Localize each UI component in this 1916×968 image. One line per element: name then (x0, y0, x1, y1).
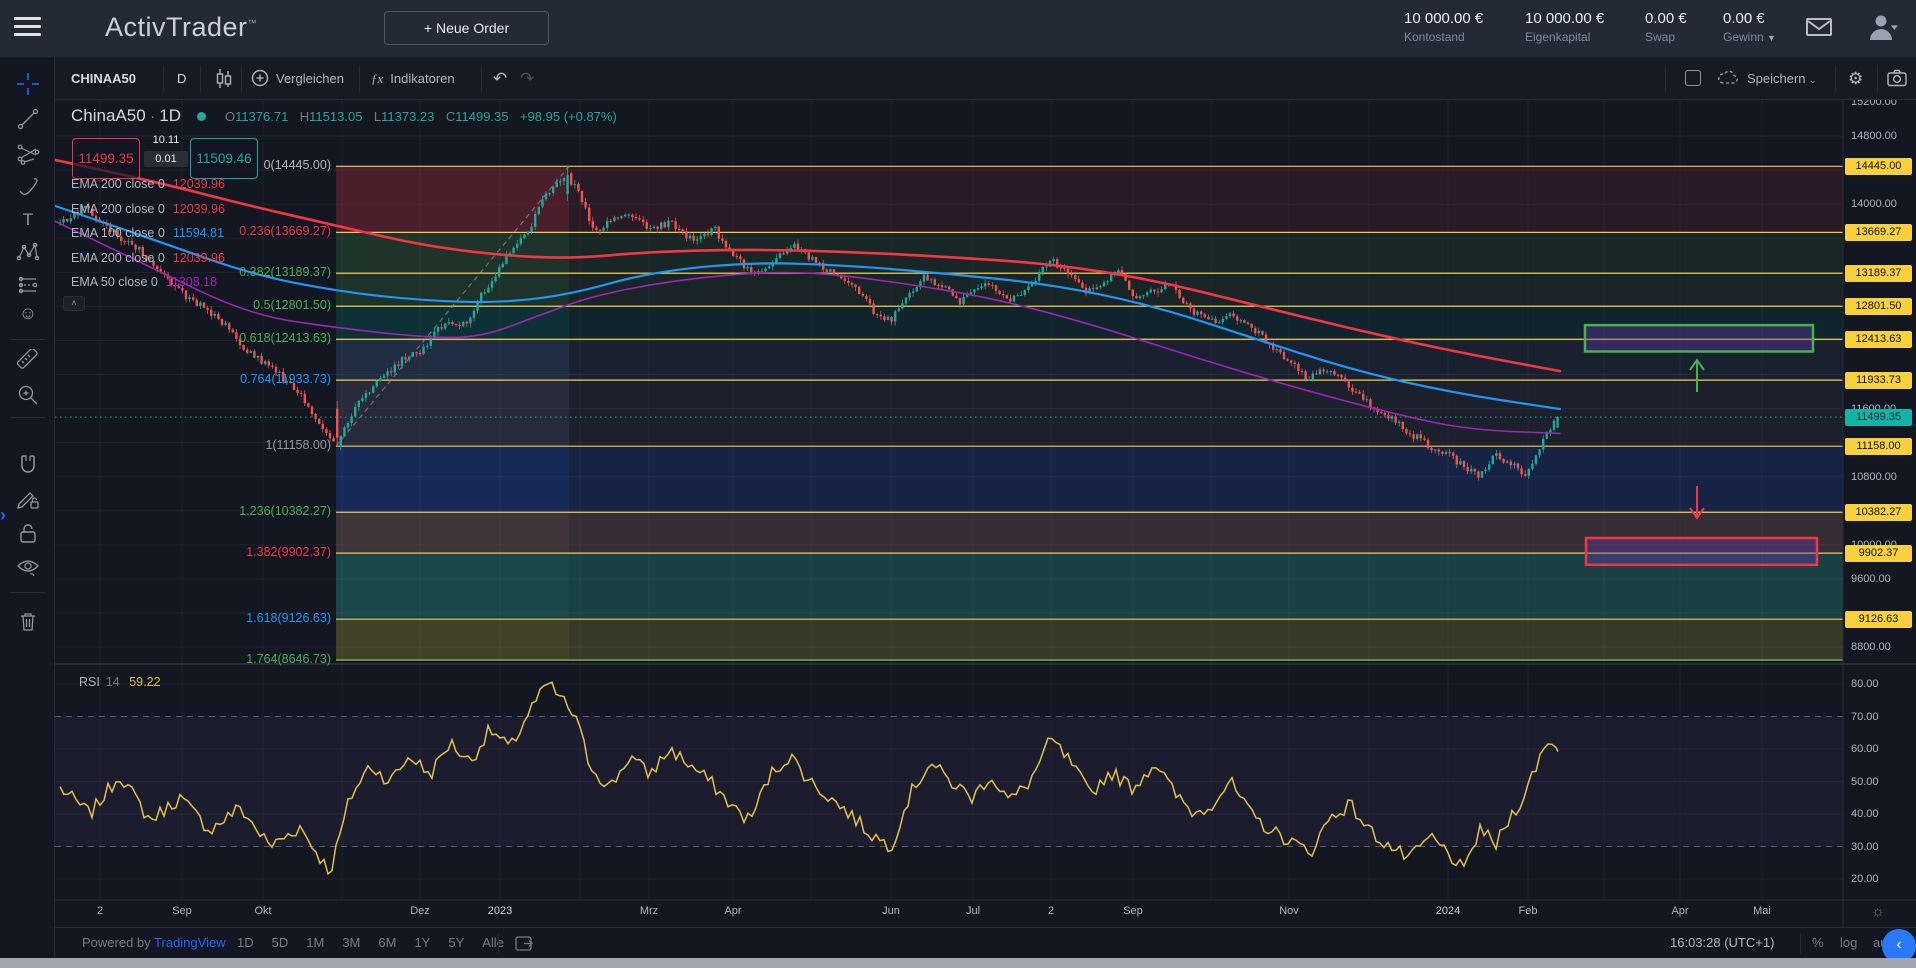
watchlist-expand-chevron[interactable]: › (0, 505, 6, 526)
range-button-5d[interactable]: 5D (272, 935, 289, 950)
save-layout-button[interactable]: Speichern ⌄ (1717, 57, 1817, 100)
mail-icon[interactable] (1806, 16, 1832, 43)
tradingview-link[interactable]: TradingView (154, 935, 226, 950)
indicator-row-0: EMA 200 close 012039.96 (71, 172, 225, 197)
range-button-alle[interactable]: Alle (482, 935, 504, 950)
layout-select-icon[interactable] (1685, 70, 1701, 86)
pip-chip: 0.01 (144, 151, 188, 167)
indicator-row-1: EMA 200 close 012039.96 (71, 197, 225, 222)
legend-high: 11513.05 (309, 109, 362, 124)
range-button-6m[interactable]: 6M (378, 935, 396, 950)
legend-low: 11373.23 (381, 109, 434, 124)
trademark: ™ (248, 18, 258, 28)
indicators-button[interactable]: ƒxIndikatoren (371, 57, 455, 100)
hide-drawings-eye-icon[interactable] (16, 555, 40, 579)
legend-change: +98.95 (+0.87%) (520, 109, 617, 124)
forecast-tool-icon[interactable] (16, 273, 40, 297)
app-logo: ActivTrader™ (105, 12, 257, 43)
gear-icon[interactable]: ⚙ (1848, 57, 1863, 100)
stat-kontostand: 10 000.00 € Kontostand (1404, 10, 1483, 44)
avatar[interactable] (1866, 13, 1906, 48)
redo-icon[interactable]: ↷ (520, 57, 534, 100)
bottom-bar: Powered by TradingView 1D 5D 1M 3M 6M 1Y 5Y All… (55, 927, 1916, 958)
percent-scale-toggle[interactable]: % (1812, 935, 1824, 950)
fx-icon: ƒx (371, 71, 383, 86)
chart-toolbar: CHINAA50 D Vergleichen ƒxIndikatoren ↶ ↷… (55, 57, 1916, 100)
goto-date-icon[interactable] (515, 935, 535, 955)
emoji-tool-icon[interactable]: ☺ (16, 303, 40, 327)
xabcd-pattern-tool-icon[interactable] (16, 240, 40, 264)
range-button-1d[interactable]: 1D (237, 935, 254, 950)
chevron-down-icon: ⌄ (1809, 75, 1817, 85)
zoom-in-tool-icon[interactable] (16, 383, 40, 407)
spread: 10.11 0.01 (144, 134, 188, 167)
drawing-mode-lock-icon[interactable] (16, 487, 40, 511)
stat-eigenkapital: 10 000.00 € Eigenkapital (1525, 10, 1604, 44)
market-open-dot (197, 112, 206, 121)
delete-tool-icon[interactable] (16, 609, 40, 633)
chart-legend: ChinaA50 · 1D O11376.71 H11513.05 L11373… (71, 106, 624, 126)
bottom-edge-strip (0, 958, 1916, 968)
new-order-button[interactable]: + Neue Order (384, 11, 549, 45)
indicator-row-4: EMA 50 close 011308.18 (71, 270, 225, 295)
log-scale-toggle[interactable]: log (1840, 935, 1857, 950)
legend-open: 11376.71 (235, 109, 288, 124)
svg-text:T: T (23, 210, 33, 229)
theme-sun-icon[interactable]: ☼ (1871, 903, 1885, 920)
powered-by: Powered by TradingView (82, 935, 226, 950)
range-button-5y[interactable]: 5Y (448, 935, 464, 950)
legend-close: 11499.35 (455, 109, 508, 124)
text-tool-icon[interactable]: T (16, 207, 40, 231)
range-button-1m[interactable]: 1M (306, 935, 324, 950)
magnet-tool-icon[interactable] (16, 453, 40, 477)
symbol-button[interactable]: CHINAA50 (71, 57, 136, 100)
stat-swap: 0.00 € Swap (1645, 10, 1687, 44)
legend-symbol: ChinaA50 (71, 106, 146, 125)
top-navbar: ActivTrader™ + Neue Order 10 000.00 € Ko… (0, 0, 1916, 57)
range-buttons: 1D 5D 1M 3M 6M 1Y 5Y Alle (237, 935, 504, 950)
lock-tool-icon[interactable] (16, 522, 40, 546)
rsi-value: 59.22 (129, 675, 160, 689)
ruler-tool-icon[interactable] (16, 349, 40, 373)
range-button-1y[interactable]: 1Y (414, 935, 430, 950)
drawing-toolbar: T ☺ (0, 57, 55, 958)
range-button-3m[interactable]: 3M (342, 935, 360, 950)
indicator-legend: EMA 200 close 012039.96EMA 200 close 012… (71, 172, 225, 295)
chevron-down-icon: ▼ (1767, 33, 1776, 43)
brush-tool-icon[interactable] (16, 175, 40, 199)
interval-button[interactable]: D (177, 57, 186, 100)
rsi-legend: RSI14 59.22 (79, 675, 161, 689)
indicator-row-2: EMA 100 close 011594.81 (71, 221, 225, 246)
clock[interactable]: 16:03:28 (UTC+1) (1670, 935, 1774, 950)
undo-icon[interactable]: ↶ (493, 57, 507, 100)
crosshair-tool-icon[interactable] (16, 72, 40, 96)
compare-button[interactable]: Vergleichen (251, 57, 344, 100)
activtrader-app: 0(14445.00)0.236(13669.27)0.382(13189.37… (0, 0, 1916, 968)
pitchfork-tool-icon[interactable] (16, 141, 40, 165)
camera-icon[interactable] (1887, 69, 1907, 90)
stat-gewinn-dropdown[interactable]: 0.00 € Gewinn ▼ (1723, 10, 1776, 44)
legend-interval: 1D (159, 106, 181, 125)
legend-collapse-chevron[interactable]: ˄ (63, 296, 85, 311)
indicator-row-3: EMA 200 close 012039.96 (71, 246, 225, 271)
chart-canvas[interactable] (0, 0, 1916, 968)
chart-style-icon[interactable] (213, 68, 235, 93)
trendline-tool-icon[interactable] (16, 107, 40, 131)
menu-icon[interactable] (14, 17, 41, 39)
